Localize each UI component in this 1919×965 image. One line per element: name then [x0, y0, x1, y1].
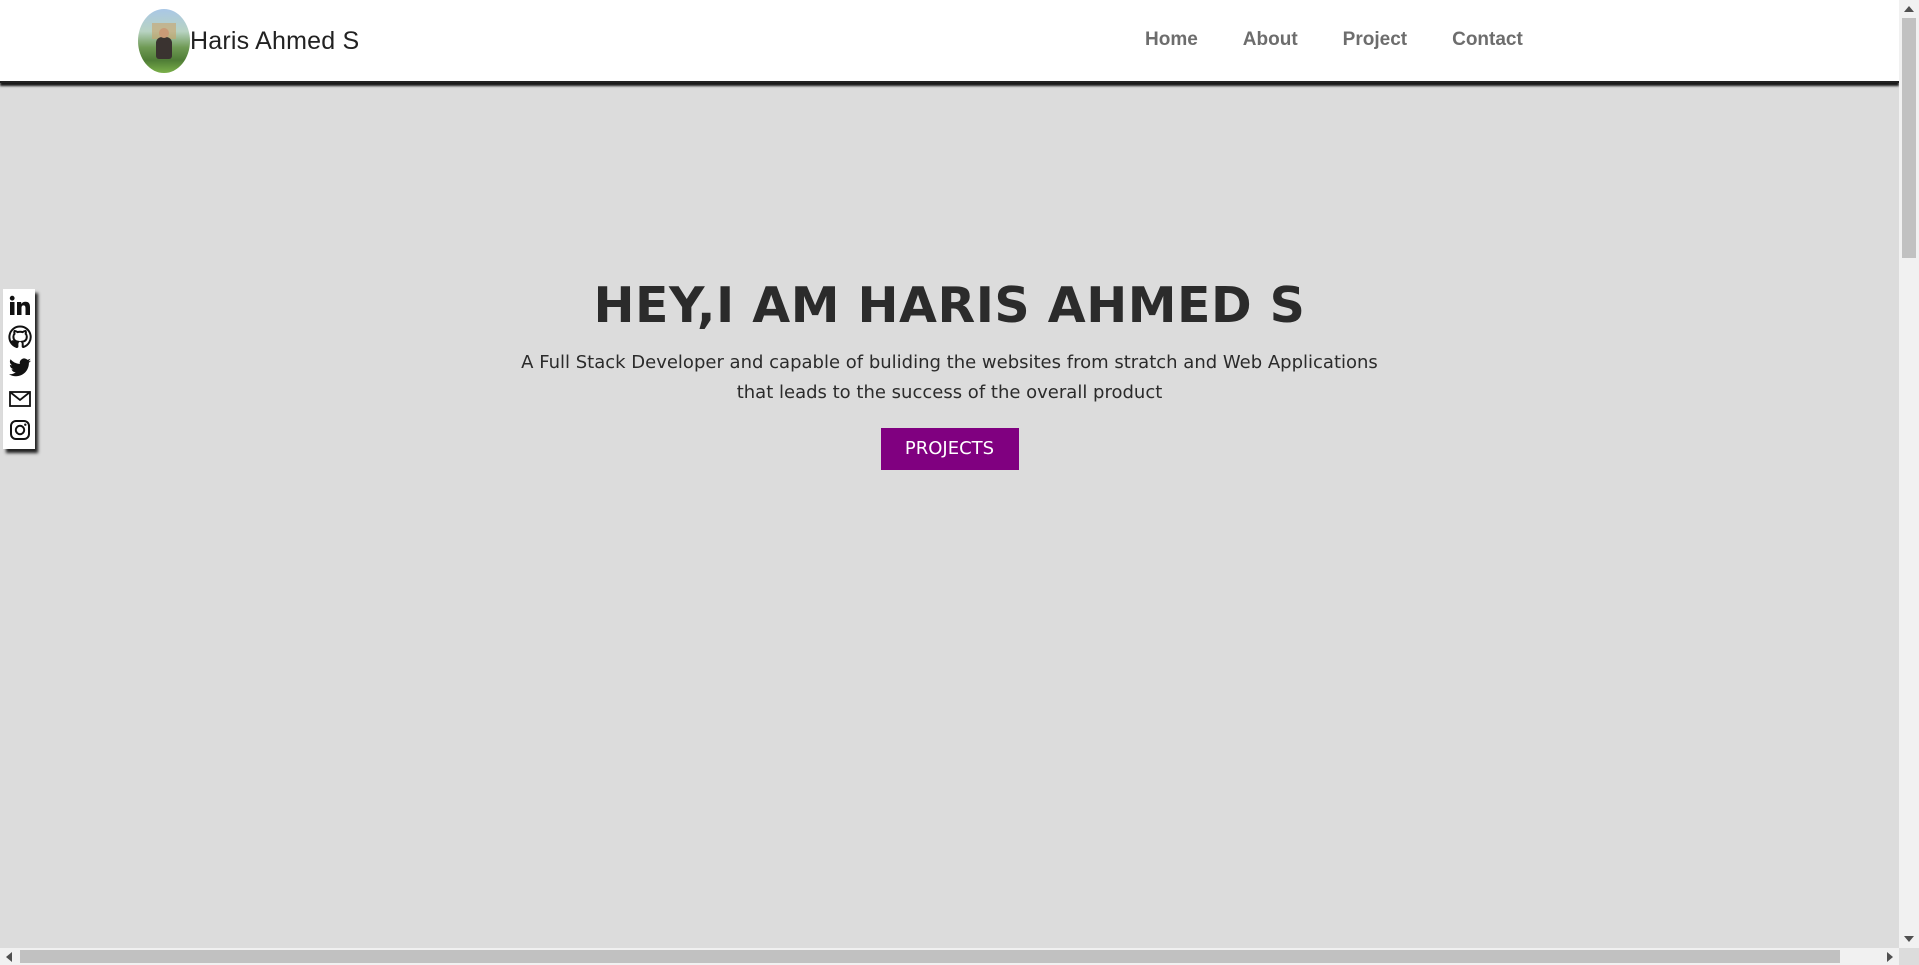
main-nav: Home About Project Contact [1145, 29, 1568, 51]
scroll-down-icon[interactable] [1904, 936, 1914, 942]
nav-home-link[interactable]: Home [1145, 29, 1198, 51]
hero-title: HEY,I AM HARIS AHMED S [593, 277, 1306, 334]
scroll-left-icon[interactable] [6, 952, 12, 962]
nav-about-link[interactable]: About [1243, 29, 1298, 51]
brand-name[interactable]: Haris Ahmed S [190, 27, 359, 56]
scroll-up-icon[interactable] [1904, 6, 1914, 12]
projects-button[interactable]: PROJECTS [880, 428, 1019, 470]
vertical-scrollbar[interactable] [1899, 0, 1919, 948]
brand[interactable]: Haris Ahmed S [138, 9, 359, 73]
avatar [138, 9, 190, 73]
top-navbar: Haris Ahmed S Home About Project Contact [0, 0, 1899, 83]
hero-subtitle-line1: A Full Stack Developer and capable of bu… [521, 352, 1378, 373]
nav-contact-link[interactable]: Contact [1452, 29, 1523, 51]
hero-subtitle: A Full Stack Developer and capable of bu… [520, 348, 1380, 408]
scrollbar-corner [1899, 948, 1919, 965]
vertical-scroll-thumb[interactable] [1902, 18, 1916, 258]
horizontal-scrollbar[interactable] [0, 948, 1899, 965]
hero-subtitle-line2: that leads to the success of the overall… [736, 382, 1163, 403]
scroll-right-icon[interactable] [1887, 952, 1893, 962]
horizontal-scroll-thumb[interactable] [20, 950, 1840, 963]
nav-project-link[interactable]: Project [1343, 29, 1407, 51]
hero-section: HEY,I AM HARIS AHMED S A Full Stack Deve… [0, 270, 1899, 470]
